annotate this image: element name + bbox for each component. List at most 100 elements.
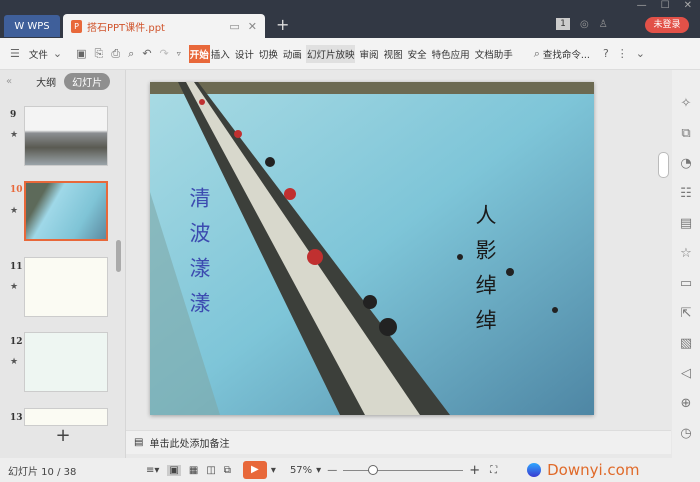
close-window-icon[interactable]: ✕ [684,0,692,11]
print-icon[interactable]: ⎙ [111,47,120,61]
slide-number: 13 [10,413,23,423]
tab-home[interactable]: 开始 [188,44,210,63]
search-icon: ⌕ [533,46,540,60]
slide-thumbnail[interactable] [24,106,108,166]
slide-counter: 幻灯片 10 / 38 [8,466,77,478]
slides-tab[interactable]: 幻灯片 [64,72,111,90]
login-button[interactable]: 未登录 [645,17,689,33]
zoom-slider-knob[interactable] [368,464,379,475]
new-tab-button[interactable]: + [276,15,289,34]
archive-icon[interactable]: ▭ [680,276,692,291]
fit-window-icon[interactable]: ⛶ [490,465,497,476]
wps-tab-label: WPS [27,20,50,32]
normal-view-icon[interactable]: ▣ [167,464,181,476]
notes-area[interactable]: ▤ 单击此处添加备注 [126,430,671,454]
history-icon[interactable]: ◷ [680,426,691,441]
shirt-icon[interactable]: ♙ [599,19,608,30]
play-options-icon[interactable]: ▾ [271,465,276,476]
presenter-view-icon[interactable]: ⧉ [224,465,231,476]
stepping-stones-photo [150,82,594,415]
tab-security[interactable]: 安全 [407,45,428,63]
zoom-out-button[interactable]: — [327,465,337,476]
tab-animation[interactable]: 动画 [282,45,303,63]
sound-icon[interactable]: ◁ [681,366,691,381]
wps-logo-icon: W [14,20,25,32]
status-bar: 幻灯片 10 / 38 ≡▾ ▣ ▦ ◫ ⧉ ▶ ▾ 57% ▾ — + ⛶ D… [0,458,700,482]
redo-icon[interactable]: ↷ [160,47,169,60]
customize-icon[interactable]: ▿ [177,49,181,58]
zoom-level[interactable]: 57% [290,465,312,476]
reading-view-icon[interactable]: ◫ [206,465,215,476]
slide-switch-icon[interactable]: ⧉ [681,126,690,141]
slide-thumbnail[interactable] [24,257,108,317]
minimize-icon[interactable]: — [637,0,647,11]
doc-tab-label: 搭石PPT课件.ppt [87,22,165,34]
notes-toggle-icon[interactable]: ≡▾ [146,465,159,476]
tab-view[interactable]: 视图 [383,45,404,63]
main-scrollbar[interactable] [658,152,669,178]
tab-design[interactable]: 设计 [234,45,255,63]
tab-insert[interactable]: 插入 [210,45,231,63]
tab-doc-assistant[interactable]: 文档助手 [474,45,514,63]
magic-icon[interactable]: ✧ [681,96,692,111]
save-icon[interactable]: ▣ [76,47,86,60]
tab-document[interactable]: P 搭石PPT课件.ppt ▭ ✕ [63,14,265,38]
ppt-file-icon: P [71,19,82,33]
slide-number: 10 [10,185,23,195]
slide-thumbnail-selected[interactable] [24,181,108,241]
tab-review[interactable]: 审阅 [359,45,380,63]
tab-special[interactable]: 特色应用 [431,45,471,63]
animation-star-icon: ★ [10,130,19,140]
undo-icon[interactable]: ↶ [142,47,151,60]
notes-icon: ▤ [134,437,144,448]
zoom-in-button[interactable]: + [469,463,480,478]
hamburger-icon[interactable]: ☰ [10,47,20,60]
chevron-down-icon[interactable]: ⌄ [53,47,62,60]
right-toolbar: ✧ ⧉ ◔ ☷ ▤ ☆ ▭ ⇱ ▧ ◁ ⊕ ◷ [672,70,700,458]
picture-icon[interactable]: ▤ [680,216,692,231]
file-menu[interactable]: 文件 [28,45,49,63]
share-icon[interactable]: ⇱ [681,306,692,321]
properties-icon[interactable]: ☷ [680,186,692,201]
command-search[interactable]: 查找命令... [542,45,591,63]
image-icon[interactable]: ▧ [680,336,692,351]
more-icon[interactable]: ⋮ [617,47,628,60]
tab-wps-home[interactable]: W WPS [4,15,60,37]
pin-icon[interactable]: ▭ [229,20,239,33]
zoom-dropdown-icon[interactable]: ▾ [316,465,321,476]
close-tab-icon[interactable]: ✕ [248,20,257,33]
sorter-view-icon[interactable]: ▦ [189,465,198,476]
panel-scrollbar[interactable] [116,240,121,272]
animation-star-icon: ★ [10,357,19,367]
shapes-icon[interactable]: ◔ [680,156,691,171]
skin-icon[interactable]: ◎ [580,19,589,30]
download-icon[interactable]: ⊕ [681,396,692,411]
page-count-badge[interactable]: 1 [556,18,570,30]
slide-text-left[interactable]: 清波漾漾 [184,187,214,327]
assistant-orb-icon[interactable] [527,463,542,477]
slide-text-right[interactable]: 人影绰绰 [470,204,500,344]
slide-thumbnail[interactable] [24,332,108,392]
export-icon[interactable]: ⎘ [95,47,104,61]
outline-tab[interactable]: 大纲 [36,74,56,89]
slide-panel: « 大纲 幻灯片 9 ★ 10 ★ 11 ★ 12 ★ 13 [0,70,126,458]
collapse-ribbon-icon[interactable]: ⌄ [636,47,645,60]
slide-number: 11 [10,262,23,272]
watermark: Downyi.com [547,461,640,479]
help-button[interactable]: ? [603,47,609,60]
zoom-slider[interactable] [343,464,464,475]
slide-canvas[interactable]: 清波漾漾 人影绰绰 [150,82,594,415]
animation-star-icon: ★ [10,282,19,292]
animation-star-icon: ★ [10,206,19,216]
print-preview-icon[interactable]: ⌕ [128,47,134,61]
maximize-icon[interactable]: ☐ [661,0,670,11]
star-icon[interactable]: ☆ [680,246,692,261]
add-slide-button[interactable]: + [0,425,126,450]
tab-transition[interactable]: 切换 [258,45,279,63]
notes-placeholder: 单击此处添加备注 [149,439,230,450]
menu-bar: ☰ 文件 ⌄ ▣ ⎘ ⎙ ⌕ ↶ ↷ ▿ 开始 插入 设计 切换 动画 幻灯片放… [0,38,700,70]
tab-slideshow[interactable]: 幻灯片放映 [305,44,356,63]
collapse-panel-icon[interactable]: « [6,76,12,87]
slide-thumbnail[interactable] [24,408,108,426]
play-slideshow-button[interactable]: ▶ [242,461,267,479]
